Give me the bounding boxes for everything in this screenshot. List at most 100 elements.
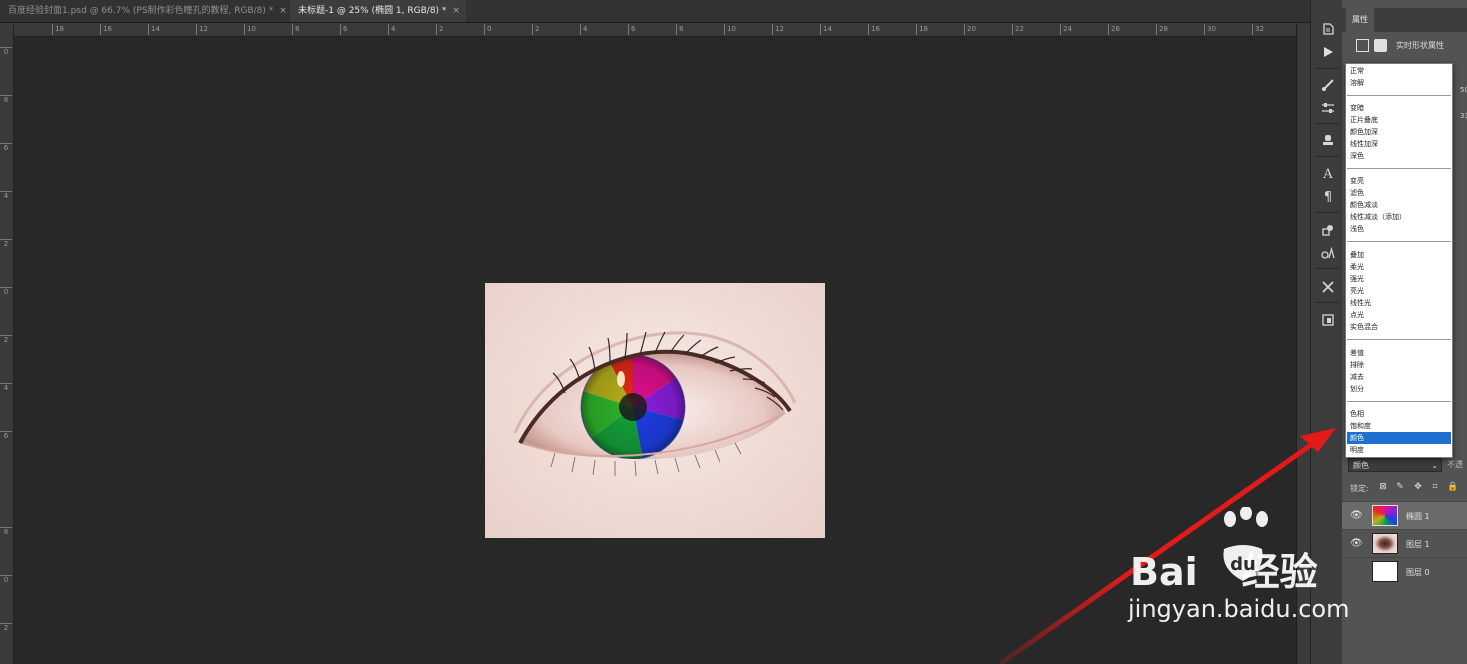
canvas-scrollbar[interactable]	[1296, 23, 1311, 664]
close-icon[interactable]: ×	[452, 6, 460, 16]
blend-option[interactable]: 溶解	[1347, 77, 1451, 89]
divider	[1347, 401, 1451, 402]
blend-option[interactable]: 亮光	[1347, 285, 1451, 297]
blend-option[interactable]: 线性加深	[1347, 138, 1451, 150]
horizontal-ruler[interactable]: 18 16 14 12 10 8 6 4 2 0 2 4 6 8 10 12 1…	[14, 23, 1296, 37]
blend-option[interactable]: 柔光	[1347, 261, 1451, 273]
blend-option[interactable]: 线性光	[1347, 297, 1451, 309]
ruler-tick: 14	[148, 24, 160, 35]
blend-option[interactable]: 深色	[1347, 150, 1451, 162]
ruler-tick: 2	[0, 335, 12, 344]
blend-option[interactable]: 变亮	[1347, 175, 1451, 187]
glyphs-icon[interactable]	[1319, 221, 1337, 239]
paragraph-icon[interactable]: ¶	[1319, 188, 1337, 206]
ruler-tick: 2	[532, 24, 539, 35]
divider	[1315, 302, 1339, 303]
ruler-tick: 10	[244, 24, 256, 35]
ruler-tick: 0	[484, 24, 491, 35]
blend-option[interactable]: 线性减淡（添加）	[1347, 211, 1451, 223]
ruler-tick: 4	[580, 24, 587, 35]
blend-mode-select[interactable]: 颜色 ⌄	[1348, 458, 1442, 472]
lock-position-icon[interactable]: ✥	[1413, 482, 1423, 492]
divider	[1315, 268, 1339, 269]
blend-option[interactable]: 排除	[1347, 359, 1451, 371]
ruler-tick: 22	[1012, 24, 1024, 35]
blend-option[interactable]: 实色混合	[1347, 321, 1451, 333]
document-tab-bar: 百度经验封面1.psd @ 66.7% (PS制作彩色瞳孔的教程, RGB/8)…	[0, 0, 1310, 23]
blend-option[interactable]: 滤色	[1347, 187, 1451, 199]
mask-icon[interactable]	[1374, 39, 1387, 52]
adjustments-icon[interactable]	[1319, 99, 1337, 117]
ruler-tick: 0	[0, 575, 12, 584]
libraries-icon[interactable]	[1319, 311, 1337, 329]
ruler-tick: 32	[1252, 24, 1264, 35]
blend-option[interactable]: 浅色	[1347, 223, 1451, 235]
layer-row-image[interactable]: 👁 图层 1	[1342, 529, 1467, 558]
blend-option[interactable]: 明度	[1347, 444, 1451, 456]
ruler-tick: 18	[916, 24, 928, 35]
history-icon[interactable]	[1319, 20, 1337, 38]
tab-document-2[interactable]: 未标题-1 @ 25% (椭圆 1, RGB/8) * ×	[290, 0, 466, 22]
layer-row-background[interactable]: 图层 0	[1342, 557, 1467, 586]
ruler-tick: 4	[0, 383, 12, 392]
ruler-tick: 28	[1156, 24, 1168, 35]
ruler-tick: 16	[868, 24, 880, 35]
properties-header: 实时形状属性	[1342, 34, 1467, 56]
close-icon[interactable]: ×	[279, 6, 287, 16]
blend-option[interactable]: 叠加	[1347, 249, 1451, 261]
lock-transparent-icon[interactable]: ⊠	[1378, 482, 1388, 492]
blend-option[interactable]: 颜色减淡	[1347, 199, 1451, 211]
layer-row-ellipse[interactable]: 👁 椭圆 1	[1342, 501, 1467, 530]
divider	[1347, 168, 1451, 169]
clone-source-icon[interactable]	[1319, 131, 1337, 149]
blend-option[interactable]: 点光	[1347, 309, 1451, 321]
properties-tabbar: 属性	[1342, 8, 1467, 32]
character-icon[interactable]: A	[1319, 165, 1337, 183]
ruler-tick: 2	[436, 24, 443, 35]
blend-option[interactable]: 正常	[1347, 65, 1451, 77]
ruler-tick: 6	[628, 24, 635, 35]
blend-option[interactable]: 减去	[1347, 371, 1451, 383]
blend-option[interactable]: 划分	[1347, 383, 1451, 395]
ruler-tick: 8	[676, 24, 683, 35]
tools-icon[interactable]	[1319, 278, 1337, 296]
eye-icon[interactable]: 👁	[1350, 538, 1363, 550]
blend-option[interactable]: 正片叠底	[1347, 114, 1451, 126]
ruler-tick: 6	[0, 143, 12, 152]
ruler-tick: 8	[292, 24, 299, 35]
eye-icon[interactable]: 👁	[1350, 510, 1363, 522]
artboard-icon[interactable]: ⌗	[1430, 482, 1440, 492]
divider	[1347, 95, 1451, 96]
play-icon[interactable]	[1319, 43, 1337, 61]
opacity-label: 不透	[1447, 460, 1463, 469]
ruler-tick: 30	[1204, 24, 1216, 35]
tab-label: 百度经验封面1.psd @ 66.7% (PS制作彩色瞳孔的教程, RGB/8)…	[8, 6, 274, 16]
layer-thumbnail	[1372, 533, 1398, 554]
ruler-tick: 26	[1108, 24, 1120, 35]
blend-option[interactable]: 颜色加深	[1347, 126, 1451, 138]
blend-option[interactable]: 变暗	[1347, 102, 1451, 114]
blend-option[interactable]: 强光	[1347, 273, 1451, 285]
ruler-tick: 2	[0, 239, 12, 248]
lock-all-icon[interactable]: 🔒	[1447, 482, 1458, 492]
ruler-tick: 10	[724, 24, 736, 35]
tab-properties[interactable]: 属性	[1346, 8, 1374, 32]
blend-option-selected[interactable]: 颜色	[1347, 432, 1451, 444]
brush-settings-icon[interactable]	[1319, 76, 1337, 94]
blend-mode-dropdown[interactable]: 正常 溶解 变暗 正片叠底 颜色加深 线性加深 深色 变亮 滤色 颜色减淡 线性…	[1345, 63, 1453, 458]
ruler-tick: 8	[0, 527, 12, 536]
lock-pixels-icon[interactable]: ✎	[1395, 482, 1405, 492]
styles-icon[interactable]	[1319, 244, 1337, 262]
vertical-ruler[interactable]: 0 8 6 4 2 0 2 4 6 8 0 2	[0, 23, 14, 664]
blend-option[interactable]: 色相	[1347, 408, 1451, 420]
panel-icon-strip: A ¶	[1310, 0, 1344, 664]
ruler-tick: 12	[772, 24, 784, 35]
transform-icon[interactable]	[1356, 39, 1369, 52]
divider	[1315, 123, 1339, 124]
tab-document-1[interactable]: 百度经验封面1.psd @ 66.7% (PS制作彩色瞳孔的教程, RGB/8)…	[0, 0, 296, 22]
ruler-tick: 24	[1060, 24, 1072, 35]
blend-option[interactable]: 差值	[1347, 347, 1451, 359]
ruler-tick: 20	[964, 24, 976, 35]
eye-photo[interactable]	[485, 283, 825, 538]
blend-option[interactable]: 饱和度	[1347, 420, 1451, 432]
